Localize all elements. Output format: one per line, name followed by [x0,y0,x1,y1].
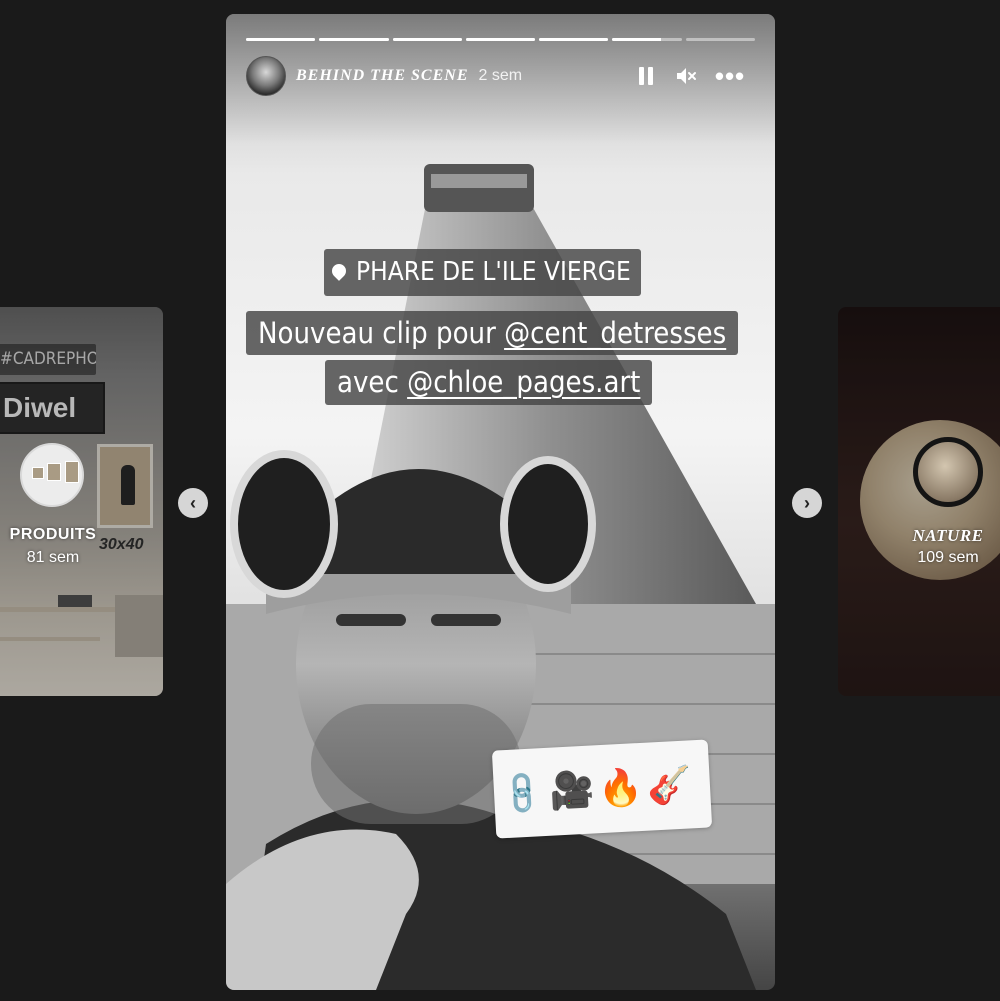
story-timestamp: 2 sem [478,67,523,84]
progress-segment [465,38,536,41]
story-preview-produits[interactable]: #CADREPHOTO Diwel 30x40 PRODUITS 81 sem [0,307,163,696]
progress-segment [685,38,755,41]
progress-segment [319,38,389,41]
location-name: PHARE DE L'ILE VIERGE [356,257,631,287]
fire-icon: 🔥 [597,765,645,810]
progress-segment [539,38,609,41]
previous-story-button[interactable]: ‹ [178,488,208,518]
location-sticker[interactable]: PHARE DE L'ILE VIERGE [324,249,641,296]
mute-button[interactable] [672,62,700,90]
link-icon: 🔗 [498,768,548,819]
speaker-muted-icon [677,68,696,84]
story-username[interactable]: BEHIND THE SCENE [296,67,468,85]
more-icon: ••• [714,61,746,91]
preview-avatar-nature [913,437,983,507]
story-header: BEHIND THE SCENE 2 sem ••• [246,56,755,96]
caption-line-1: Nouveau clip pour @cent_detresses [246,311,739,355]
caption-text: avec [337,365,408,399]
link-sticker[interactable]: 🔗 🎥 🔥 🎸 [491,739,713,839]
progress-segment [612,38,682,41]
preview-time: 109 sem [917,549,979,566]
mention-chloe-pages[interactable]: @chloe_pages.art [407,365,640,399]
next-story-button[interactable]: › [792,488,822,518]
chevron-right-icon: › [804,492,810,513]
preview-title: PRODUITS [9,526,97,543]
progress-segment [392,38,462,41]
mention-cent-detresses[interactable]: @cent_detresses [504,316,726,350]
preview-title: NATURE [912,526,984,545]
preview-time: 81 sem [26,549,80,566]
progress-segment [246,38,316,41]
preview-dim-overlay [838,307,1000,696]
lighthouse-photo [226,164,775,990]
preview-dim-overlay [0,307,163,696]
location-pin-icon [329,260,349,281]
chevron-left-icon: ‹ [190,492,196,513]
preview-avatar-produits [20,443,84,507]
avatar[interactable] [246,56,286,96]
movie-camera-icon: 🎥 [548,768,596,812]
more-options-button[interactable]: ••• [712,62,748,90]
caption-line-2: avec @chloe_pages.art [325,360,653,405]
story-progress-bar [246,38,755,41]
pause-icon [639,67,644,85]
story-preview-nature[interactable]: NATURE 109 sem [838,307,1000,696]
guitar-icon: 🎸 [645,763,693,807]
pause-button[interactable] [634,62,658,90]
story-viewer[interactable]: BEHIND THE SCENE 2 sem ••• PHARE DE L'IL… [226,14,775,990]
caption-text: Nouveau clip pour [258,316,505,350]
